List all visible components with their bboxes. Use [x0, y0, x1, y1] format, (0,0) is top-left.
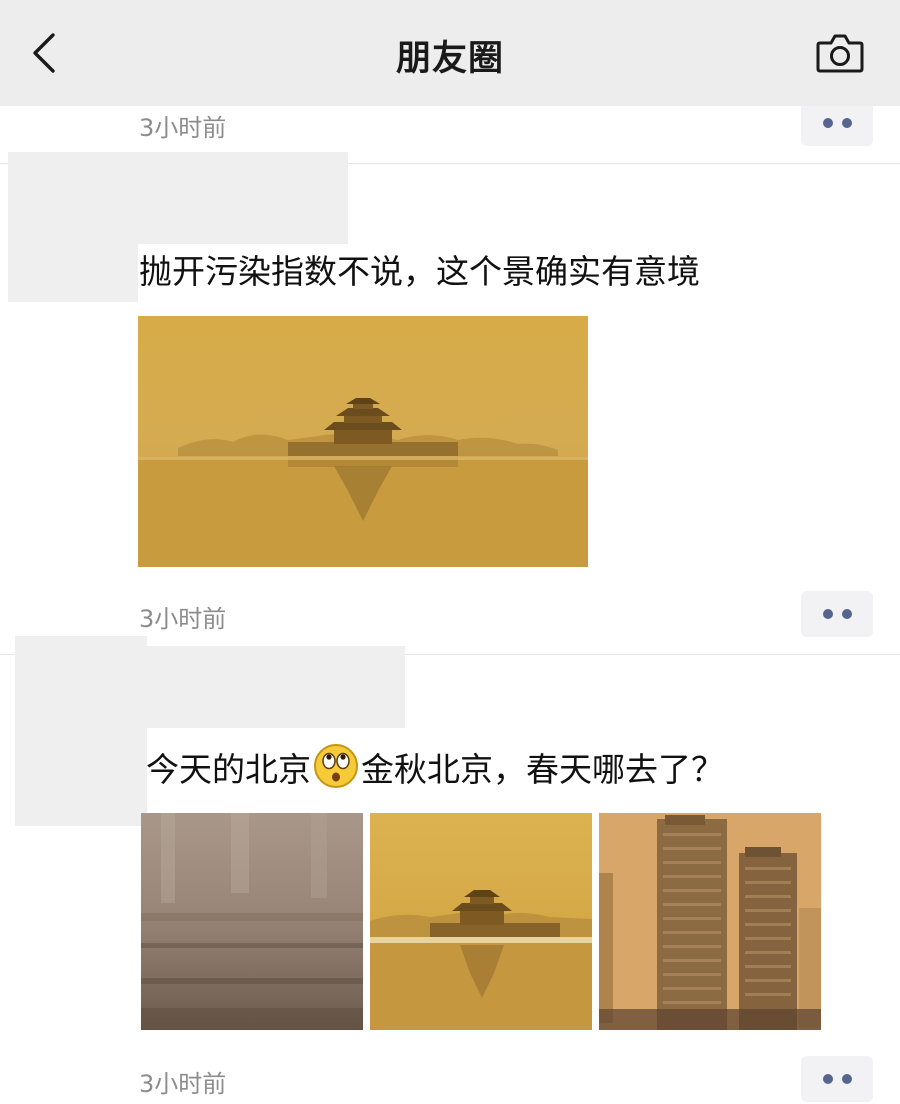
post-text-part: 今天的北京	[146, 750, 311, 789]
camera-button[interactable]	[814, 28, 866, 78]
more-actions-button[interactable]	[801, 100, 873, 146]
post-image[interactable]	[370, 813, 592, 1030]
camera-icon	[816, 34, 864, 73]
post-image[interactable]	[141, 813, 363, 1030]
post-image[interactable]	[138, 316, 588, 567]
rolling-eyes-emoji	[313, 743, 359, 789]
dot	[822, 609, 833, 619]
post-timestamp: 3小时前	[139, 114, 227, 142]
redacted-avatar	[15, 636, 147, 826]
redacted-avatar	[8, 152, 138, 302]
post-image[interactable]	[599, 813, 821, 1030]
dot	[841, 609, 852, 619]
more-actions-button[interactable]	[801, 1056, 873, 1102]
dot	[841, 1074, 852, 1084]
dot	[822, 1074, 833, 1084]
post-text: 今天的北京 金秋北京，春天哪去了？	[146, 743, 724, 792]
redacted-username	[147, 646, 405, 728]
post-timestamp: 3小时前	[139, 605, 227, 633]
top-bar: 朋友圈	[0, 0, 900, 106]
more-actions-button[interactable]	[801, 591, 873, 637]
post-timestamp: 3小时前	[139, 1070, 227, 1098]
post-text: 抛开污染指数不说，这个景确实有意境	[139, 252, 700, 291]
dot	[841, 118, 852, 128]
post-text-part: 金秋北京，春天哪去了？	[361, 750, 724, 789]
redacted-username	[138, 152, 348, 244]
page-title: 朋友圈	[395, 39, 504, 79]
dot	[822, 118, 833, 128]
